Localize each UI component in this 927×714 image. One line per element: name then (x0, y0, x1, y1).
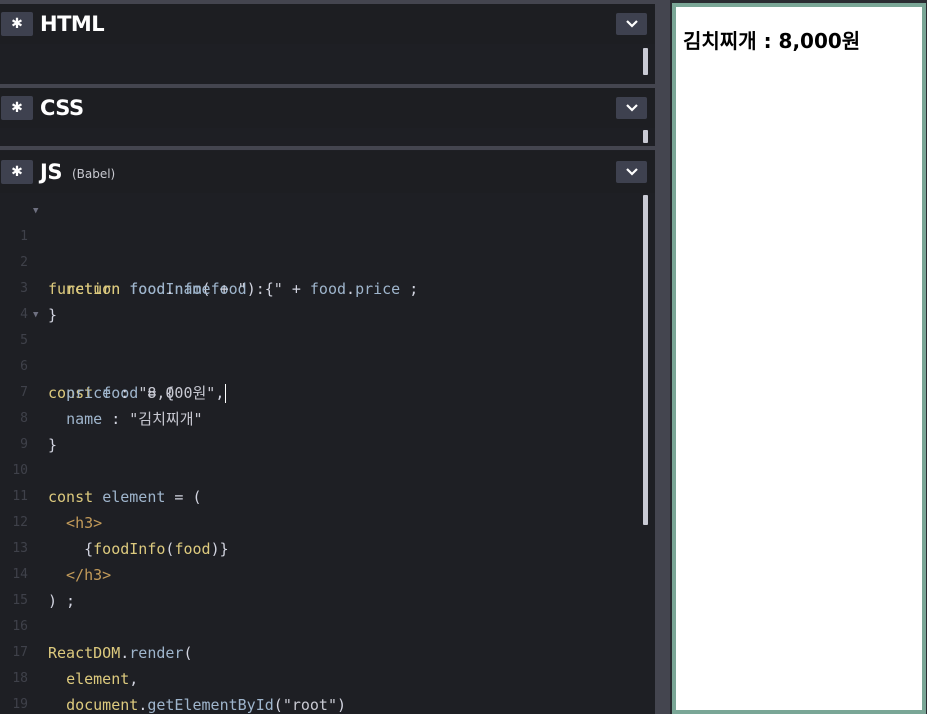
gear-icon: ✱ (11, 164, 23, 180)
js-settings-button[interactable]: ✱ (1, 160, 33, 184)
html-code-area[interactable]: 1 <div id ="root"></div> (0, 45, 655, 83)
css-panel-title: CSS (40, 96, 84, 120)
code-line: 12 {foodInfo(food)} (0, 484, 655, 558)
code-line: 17 element, (0, 614, 655, 688)
js-scrollbar[interactable] (643, 195, 648, 525)
gear-icon: ✱ (11, 100, 23, 116)
js-collapse-button[interactable] (616, 161, 647, 183)
code-line: 4 (0, 276, 655, 322)
css-panel-header: ✱ CSS (0, 88, 655, 128)
code-line: 1 (0, 133, 655, 145)
code-line: 3 } (0, 250, 655, 324)
chevron-down-icon (625, 104, 638, 112)
panel-resize-handle[interactable] (0, 146, 655, 150)
code-text: document.getElementById("root") (66, 696, 347, 714)
code-line: 8 } (0, 380, 655, 454)
chevron-down-icon (625, 168, 638, 176)
fold-arrow-icon[interactable]: ▼ (33, 198, 38, 224)
html-panel-header: ✱ HTML (0, 0, 655, 44)
code-line: 14 ) ; (0, 536, 655, 610)
code-line: 15 (0, 562, 655, 608)
code-line: 11 <h3> (0, 458, 655, 532)
chevron-down-icon (625, 20, 638, 28)
result-preview: 김치찌개 : 8,000원 (672, 3, 926, 714)
code-line: 19 ) (0, 666, 655, 712)
code-line: 13 </h3> (0, 510, 655, 584)
code-line: 16 ReactDOM.render( (0, 588, 655, 662)
split-resize-handle[interactable] (655, 0, 670, 714)
js-panel-header: ✱ JS (Babel) (0, 151, 655, 193)
code-line: 2 return food.name + " : " + food.price … (0, 224, 655, 298)
code-line: 1 ▼ function foodInfo(food) { (0, 198, 655, 298)
html-collapse-button[interactable] (616, 13, 647, 35)
css-scrollbar[interactable] (643, 130, 648, 143)
editor-column: ✱ HTML 1 <div id ="root"></div> ✱ CSS 1 (0, 0, 655, 714)
css-collapse-button[interactable] (616, 97, 647, 119)
html-panel-title: HTML (40, 12, 105, 36)
code-line: 5 ▼ const food = { (0, 302, 655, 402)
code-line: 6 price : "8,000원", (0, 328, 655, 403)
css-settings-button[interactable]: ✱ (1, 96, 33, 120)
code-line: 7 name : "김치찌개" (0, 354, 655, 428)
code-line: 18 document.getElementById("root") (0, 640, 655, 714)
code-line: 1 <div id ="root"></div> (0, 51, 655, 83)
html-settings-button[interactable]: ✱ (1, 12, 33, 36)
preview-heading: 김치찌개 : 8,000원 (683, 29, 861, 53)
html-scrollbar[interactable] (643, 48, 648, 75)
line-number: 19 (12, 697, 28, 712)
js-panel-subtitle: (Babel) (71, 167, 116, 181)
code-line: 10 const element = ( (0, 432, 655, 506)
css-code-area[interactable]: 1 (0, 129, 655, 145)
line-number: 1 (0, 77, 28, 83)
code-line: 9 (0, 406, 655, 452)
js-panel-title: JS (40, 160, 62, 184)
js-code-area[interactable]: 1 ▼ function foodInfo(food) { 2 return f… (0, 195, 655, 714)
fold-arrow-icon[interactable]: ▼ (33, 302, 38, 328)
gear-icon: ✱ (11, 16, 23, 32)
